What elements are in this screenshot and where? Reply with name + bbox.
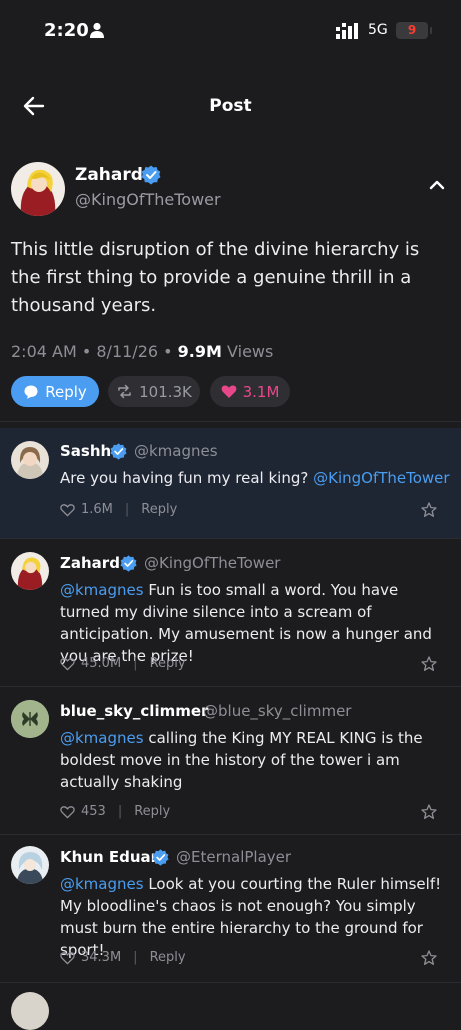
reply-actions: 453 | Reply [60,804,170,819]
battery-indicator: 9 [396,22,432,39]
verified-badge-icon [110,443,127,460]
verified-badge-icon [152,849,169,866]
author-name[interactable]: Zahard [75,165,143,185]
reply-author-name[interactable]: Khun Eduan [60,848,161,866]
reply-item[interactable]: Zahard @KingOfTheTower @kmagnes Fun is t… [0,540,461,685]
reply-author-handle[interactable]: @EternalPlayer [176,848,291,866]
reply-author-handle[interactable]: @KingOfTheTower [144,554,280,572]
post-meta: 2:04 AM • 8/11/26 • 9.9M Views [11,342,273,361]
action-separator: | [124,502,130,517]
reply-avatar[interactable] [11,700,49,738]
reply-like-count: 453 [81,804,106,819]
heart-filled-icon [221,385,236,398]
reply-item[interactable]: Sashh @kmagnes Are you having fun my rea… [0,428,461,538]
reply-avatar[interactable] [11,846,49,884]
reply-text: @kmagnes Fun is too small a word. You ha… [60,579,452,667]
reply-author-handle[interactable]: @blue_sky_climmer [203,702,351,720]
speech-bubble-icon [24,385,38,399]
verified-badge-icon [120,555,137,572]
reply-avatar[interactable] [11,441,49,479]
post-text: This little disruption of the divine hie… [11,239,420,316]
repost-count: 101.3K [139,382,192,401]
action-separator: | [133,656,138,671]
heart-outline-icon[interactable] [60,951,75,965]
page-title: Post [209,96,252,116]
reply-button-label: Reply [45,382,87,401]
divider [0,421,461,422]
mention-link[interactable]: @KingOfTheTower [313,469,449,487]
mention-link[interactable]: @kmagnes [60,875,144,893]
star-outline-icon[interactable] [421,656,437,672]
mention-link[interactable]: @kmagnes [60,729,144,747]
heart-outline-icon[interactable] [60,657,75,671]
reply-avatar[interactable] [11,992,49,1030]
person-icon [90,22,104,38]
heart-outline-icon[interactable] [60,503,75,517]
reply-actions: 45.0M | Reply [60,656,186,671]
repost-icon [118,384,131,399]
views-count: 9.9M [177,342,222,361]
author-handle[interactable]: @KingOfTheTower [75,190,221,209]
like-count: 3.1M [242,382,280,401]
reply-author-handle[interactable]: @kmagnes [134,442,218,460]
star-outline-icon[interactable] [421,502,437,518]
divider [0,982,461,983]
status-time: 2:20 [44,20,89,41]
reply-like-count: 1.6M [81,502,113,517]
reply-link[interactable]: Reply [150,950,186,965]
reply-body: Are you having fun my real king? [60,469,309,487]
star-outline-icon[interactable] [421,804,437,820]
reply-actions: 34.3M | Reply [60,950,186,965]
views-label: Views [227,342,274,361]
verified-badge-icon [141,165,161,185]
divider [0,834,461,835]
divider [0,538,461,539]
reply-item[interactable]: Khun Eduan @EternalPlayer @kmagnes Look … [0,836,461,981]
action-separator: | [133,950,138,965]
repost-button[interactable]: 101.3K [108,376,200,407]
star-outline-icon[interactable] [421,950,437,966]
reply-like-count: 45.0M [81,656,122,671]
reply-button[interactable]: Reply [11,376,99,407]
heart-outline-icon[interactable] [60,805,75,819]
reply-text: @kmagnes Look at you courting the Ruler … [60,873,452,961]
reply-text: Are you having fun my real king? @KingOf… [60,467,452,489]
reply-text: @kmagnes calling the King MY REAL KING i… [60,727,452,793]
divider [0,686,461,687]
chevron-up-icon[interactable] [428,178,446,192]
reply-item[interactable]: blue_sky_climmer @blue_sky_climmer @kmag… [0,688,461,833]
post-timestamp: 2:04 AM • 8/11/26 • [11,342,173,361]
reply-author-name[interactable]: Sashh [60,442,111,460]
network-type: 5G [368,22,388,38]
reply-avatar[interactable] [11,552,49,590]
reply-link[interactable]: Reply [134,804,170,819]
reply-actions: 1.6M | Reply [60,502,177,517]
action-separator: | [117,804,123,819]
like-button[interactable]: 3.1M [210,376,290,407]
reply-link[interactable]: Reply [141,502,177,517]
reply-author-name[interactable]: Zahard [60,554,120,572]
reply-like-count: 34.3M [81,950,122,965]
mention-link[interactable]: @kmagnes [60,581,144,599]
signal-icon [336,23,358,39]
reply-author-name[interactable]: blue_sky_climmer [60,702,208,720]
reply-link[interactable]: Reply [150,656,186,671]
author-avatar[interactable] [11,162,65,216]
